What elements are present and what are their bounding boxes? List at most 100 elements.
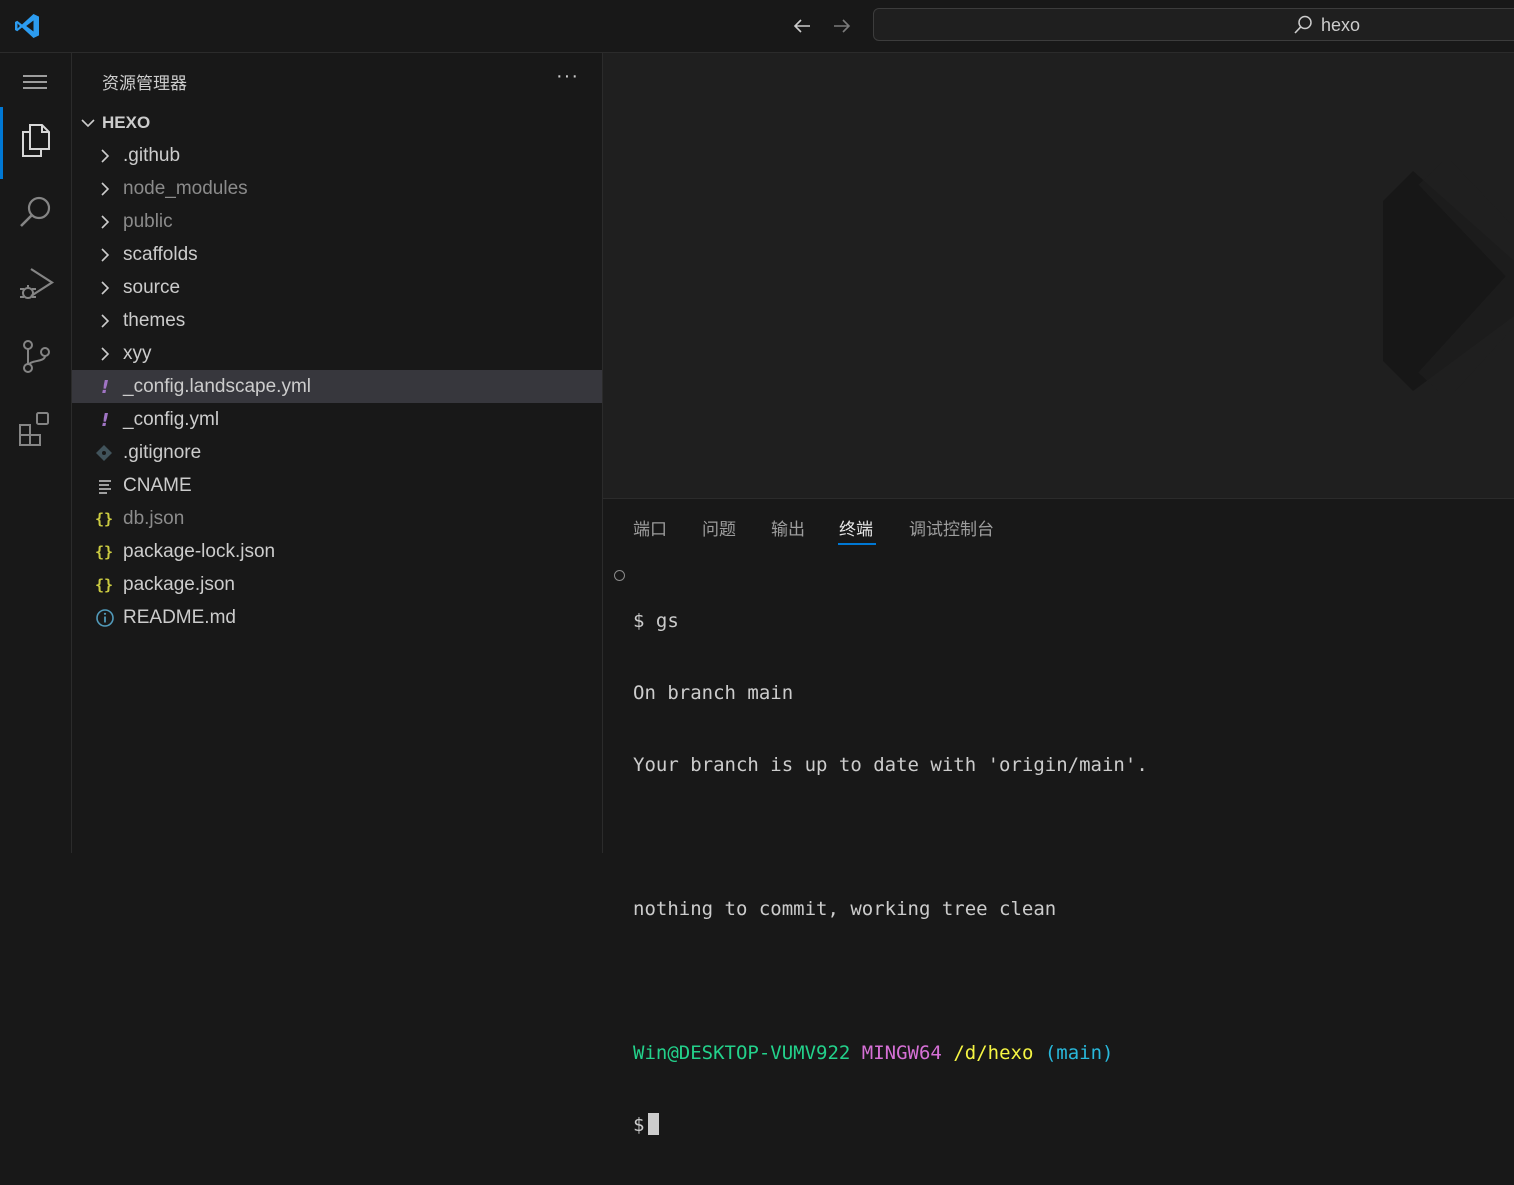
svg-text:!: ! <box>101 410 109 431</box>
svg-text:!: ! <box>101 377 109 398</box>
tree-item-label: package.json <box>123 574 235 595</box>
tree-folder-item[interactable]: scaffolds <box>72 238 602 271</box>
json-file-icon: {} <box>94 541 116 563</box>
tree-folder-item[interactable]: themes <box>72 304 602 337</box>
prompt-shell: MINGW64 <box>861 1042 942 1064</box>
tree-file-item[interactable]: README.md <box>72 601 602 634</box>
terminal-input-line[interactable]: $ <box>633 1113 1148 1137</box>
chevron-right-icon <box>94 211 116 233</box>
tree-file-item[interactable]: ! _config.landscape.yml <box>72 370 602 403</box>
prompt-branch: (main) <box>1044 1042 1114 1064</box>
chevron-right-icon <box>94 244 116 266</box>
prompt-symbol: $ <box>633 610 645 632</box>
chevron-down-icon <box>81 119 95 128</box>
prompt-symbol: $ <box>633 1114 645 1136</box>
chevron-right-icon <box>94 310 116 332</box>
command-decoration-icon[interactable] <box>614 570 625 581</box>
git-file-icon <box>94 442 116 464</box>
tree-item-label: _config.landscape.yml <box>123 376 311 397</box>
terminal-output-line: Your branch is up to date with 'origin/m… <box>633 754 1148 776</box>
explorer-icon <box>22 124 50 157</box>
tree-file-item[interactable]: {} package-lock.json <box>72 535 602 568</box>
activity-extensions[interactable] <box>0 395 71 459</box>
chevron-right-icon <box>94 277 116 299</box>
json-file-icon: {} <box>94 508 116 530</box>
tab-terminal[interactable]: 终端 <box>839 515 873 540</box>
tree-folder-item[interactable]: .github <box>72 139 602 172</box>
tree-file-item[interactable]: {} package.json <box>72 568 602 601</box>
tab-debug-console[interactable]: 调试控制台 <box>909 515 994 540</box>
more-actions-button[interactable]: ··· <box>556 65 579 88</box>
tab-problems[interactable]: 问题 <box>702 515 736 540</box>
prompt-user: Win@DESKTOP-VUMV922 <box>633 1042 851 1064</box>
tree-item-label: themes <box>123 310 186 331</box>
terminal-command: gs <box>655 610 679 632</box>
tree-file-item[interactable]: .gitignore <box>72 436 602 469</box>
menu-icon[interactable] <box>22 71 48 93</box>
tree-item-label: _config.yml <box>123 409 220 430</box>
terminal-output-line: On branch main <box>633 682 794 704</box>
tab-ports[interactable]: 端口 <box>633 515 667 540</box>
chevron-right-icon <box>94 343 116 365</box>
tree-file-item[interactable]: CNAME <box>72 469 602 502</box>
activity-bar <box>0 53 72 853</box>
bottom-panel: 端口 问题 输出 终端 调试控制台 $ gs On branch main Yo… <box>603 499 1514 1136</box>
tree-item-label: scaffolds <box>123 244 198 265</box>
vscode-logo-icon <box>15 14 39 38</box>
yaml-file-icon: ! <box>94 376 116 398</box>
sidebar-title: 资源管理器 <box>102 74 187 93</box>
tree-item-label: .github <box>123 145 181 166</box>
command-center-label: hexo <box>1321 15 1361 35</box>
file-tree: .github node_modulespublic scaffolds source… <box>72 139 602 634</box>
source-control-icon <box>23 340 50 373</box>
extensions-icon <box>19 412 49 446</box>
terminal-command-line: $ gs <box>633 609 1148 633</box>
workspace-folder-header[interactable]: HEXO <box>72 109 602 137</box>
prompt-path: /d/hexo <box>953 1042 1034 1064</box>
tree-item-label: README.md <box>123 607 236 628</box>
tree-item-label: CNAME <box>123 475 192 496</box>
activity-explorer[interactable] <box>0 107 71 179</box>
terminal-cursor <box>648 1113 660 1135</box>
activity-source-control[interactable] <box>0 323 71 387</box>
editor-area <box>603 53 1514 499</box>
forward-arrow-icon[interactable] <box>830 14 854 38</box>
tree-folder-item[interactable]: xyy <box>72 337 602 370</box>
svg-text:{}: {} <box>95 543 113 561</box>
tree-item-label: node_modules <box>123 178 248 199</box>
tree-item-label: xyy <box>123 343 152 364</box>
run-debug-icon <box>20 268 55 299</box>
tree-item-label: db.json <box>123 508 185 529</box>
search-icon <box>1294 15 1312 34</box>
svg-text:{}: {} <box>95 510 113 528</box>
tab-output[interactable]: 输出 <box>771 515 805 540</box>
terminal-prompt-info: Win@DESKTOP-VUMV922 MINGW64 /d/hexo (mai… <box>633 1041 1148 1065</box>
explorer-sidebar: 资源管理器 ··· HEXO .github node_modulespublic… <box>72 53 603 853</box>
tree-item-label: public <box>123 211 173 232</box>
chevron-right-icon <box>94 178 116 200</box>
title-bar: hexo <box>0 0 1514 53</box>
tree-item-label: .gitignore <box>123 442 202 463</box>
chevron-right-icon <box>94 145 116 167</box>
terminal-output-line: nothing to commit, working tree clean <box>633 898 1057 920</box>
back-arrow-icon[interactable] <box>790 14 814 38</box>
activity-run-debug[interactable] <box>0 251 71 315</box>
text-file-icon <box>94 475 116 497</box>
json-file-icon: {} <box>94 574 116 596</box>
tree-file-item[interactable]: {} db.json <box>72 502 602 535</box>
active-tab-indicator <box>838 543 876 545</box>
command-center-search[interactable]: hexo <box>873 8 1514 41</box>
tree-item-label: package-lock.json <box>123 541 276 562</box>
yaml-file-icon: ! <box>94 409 116 431</box>
tree-file-item[interactable]: ! _config.yml <box>72 403 602 436</box>
activity-search[interactable] <box>0 179 71 243</box>
terminal-output[interactable]: $ gs On branch main Your branch is up to… <box>633 561 1148 1185</box>
tree-folder-item[interactable]: public <box>72 205 602 238</box>
tree-folder-item[interactable]: source <box>72 271 602 304</box>
svg-text:{}: {} <box>95 576 113 594</box>
vscode-watermark-icon <box>1383 161 1514 391</box>
info-file-icon <box>94 607 116 629</box>
tree-folder-item[interactable]: node_modules <box>72 172 602 205</box>
